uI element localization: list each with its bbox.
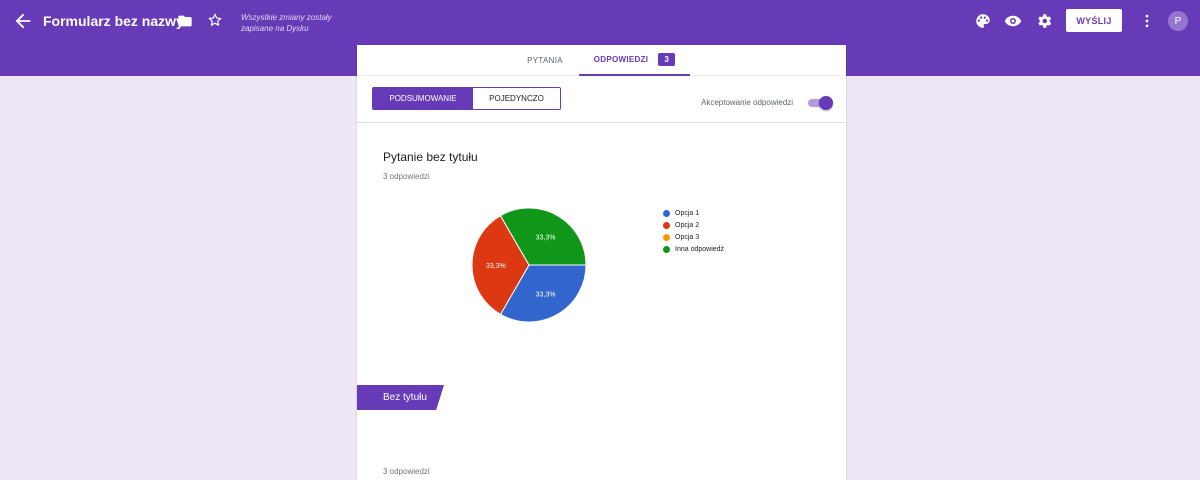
- responses-count-badge: 3: [658, 53, 676, 66]
- pie-slice-label-1: 33,3%: [536, 292, 556, 299]
- chart-legend: Opcja 1 Opcja 2 Opcja 3 Inna odpowiedź: [663, 207, 724, 255]
- tab-bar: PYTANIA ODPOWIEDZI 3: [357, 45, 846, 76]
- view-toggle: PODSUMOWANIE POJEDYNCZO: [372, 87, 561, 110]
- tab-questions-label: PYTANIA: [527, 56, 563, 65]
- back-arrow-icon[interactable]: [12, 10, 34, 32]
- accepting-responses-label: Akceptowanie odpowiedzi: [701, 98, 794, 107]
- gear-icon[interactable]: [1035, 12, 1053, 30]
- legend-label: Opcja 3: [675, 233, 700, 241]
- star-icon[interactable]: [207, 12, 223, 28]
- individual-button[interactable]: POJEDYNCZO: [473, 88, 560, 109]
- legend-label: Inna odpowiedź: [675, 245, 725, 253]
- tab-responses-label: ODPOWIEDZI: [593, 55, 649, 64]
- question-response-count: 3 odpowiedzi: [383, 172, 430, 181]
- avatar[interactable]: P: [1168, 11, 1188, 31]
- section-title-ribbon: Bez tytułu: [357, 385, 444, 410]
- accepting-responses-toggle[interactable]: [806, 96, 833, 110]
- pie-slice-label-4: 33,3%: [536, 234, 556, 241]
- divider: [357, 122, 846, 123]
- legend-swatch: [663, 209, 670, 217]
- switch-thumb: [819, 96, 833, 110]
- form-title[interactable]: Formularz bez nazwy: [43, 13, 184, 29]
- send-button[interactable]: WYŚLIJ: [1066, 9, 1122, 32]
- legend-item: Inna odpowiedź: [663, 243, 724, 255]
- legend-label: Opcja 2: [675, 221, 700, 229]
- palette-icon[interactable]: [974, 12, 992, 30]
- legend-swatch: [663, 245, 670, 253]
- legend-swatch: [663, 233, 670, 241]
- legend-item: Opcja 2: [663, 219, 724, 231]
- pie-slice-label-2: 33,3%: [486, 263, 506, 270]
- legend-swatch: [663, 221, 670, 229]
- section-title: Bez tytułu: [383, 392, 427, 403]
- summary-button[interactable]: PODSUMOWANIE: [373, 88, 473, 109]
- pie-chart: 33,3% 33,3% 33,3%: [471, 207, 587, 323]
- question-title: Pytanie bez tytułu: [383, 150, 478, 164]
- more-vert-icon[interactable]: [1138, 12, 1156, 30]
- legend-label: Opcja 1: [675, 209, 700, 217]
- responses-card: PYTANIA ODPOWIEDZI 3 PODSUMOWANIE POJEDY…: [357, 45, 846, 480]
- save-status: Wszystkie zmiany zostały zapisane na Dys…: [241, 13, 332, 33]
- tab-responses[interactable]: ODPOWIEDZI 3: [579, 45, 690, 76]
- eye-icon[interactable]: [1004, 12, 1022, 30]
- tab-questions[interactable]: PYTANIA: [510, 45, 580, 76]
- legend-item: Opcja 1: [663, 207, 724, 219]
- legend-item: Opcja 3: [663, 231, 724, 243]
- folder-icon[interactable]: [177, 13, 193, 29]
- section-response-count: 3 odpowiedzi: [383, 467, 430, 476]
